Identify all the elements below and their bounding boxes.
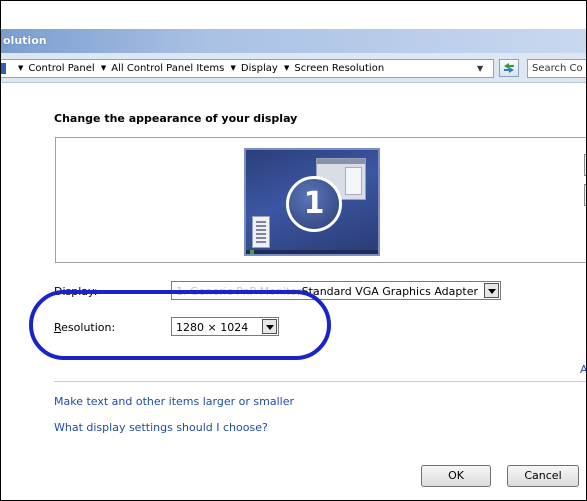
chevron-right-icon[interactable]: ▼ [101, 64, 106, 72]
taskbar-thumbnail [246, 250, 378, 254]
window-title: olution [3, 34, 47, 47]
monitor-preview-panel: 1 [55, 137, 586, 263]
breadcrumb-display[interactable]: Display [241, 63, 278, 74]
address-bar[interactable]: ▼ Control Panel ▼ All Control Panel Items … [1, 59, 494, 78]
divider [54, 381, 586, 382]
display-settings-help-link[interactable]: What display settings should I choose? [54, 421, 268, 434]
refresh-button[interactable] [499, 59, 519, 77]
refresh-icon [504, 63, 514, 73]
text-size-link[interactable]: Make text and other items larger or smal… [54, 395, 294, 408]
chevron-right-icon[interactable]: ▼ [18, 64, 23, 72]
control-panel-icon [1, 63, 6, 74]
cancel-button[interactable]: Cancel [507, 465, 579, 487]
search-input[interactable]: Search Co [527, 59, 586, 78]
start-button-thumbnail [250, 250, 254, 254]
title-bar: olution [1, 29, 586, 53]
breadcrumb-screen-resolution[interactable]: Screen Resolution [294, 63, 384, 74]
display-select-value: Standard VGA Graphics Adapter [301, 285, 478, 298]
chevron-down-icon[interactable] [484, 283, 499, 298]
address-bar-row: ▼ Control Panel ▼ All Control Panel Items … [1, 53, 586, 83]
ok-button[interactable]: OK [421, 465, 491, 487]
advanced-settings-link[interactable]: A [580, 363, 586, 376]
monitor-number-badge: 1 [286, 176, 342, 232]
document-thumbnail-icon [252, 216, 270, 248]
page-title: Change the appearance of your display [54, 112, 298, 125]
screen-resolution-window: olution ▼ Control Panel ▼ All Control Pane… [0, 0, 587, 501]
breadcrumb-all-items[interactable]: All Control Panel Items [111, 63, 224, 74]
breadcrumb: ▼ Control Panel ▼ All Control Panel Items … [15, 63, 384, 74]
chevron-right-icon[interactable]: ▼ [284, 64, 289, 72]
highlight-annotation-oval [29, 290, 331, 360]
breadcrumb-control-panel[interactable]: Control Panel [28, 63, 94, 74]
monitor-icon[interactable]: 1 [244, 148, 380, 256]
chevron-right-icon[interactable]: ▼ [231, 64, 236, 72]
address-dropdown-icon[interactable]: ▼ [477, 64, 483, 73]
